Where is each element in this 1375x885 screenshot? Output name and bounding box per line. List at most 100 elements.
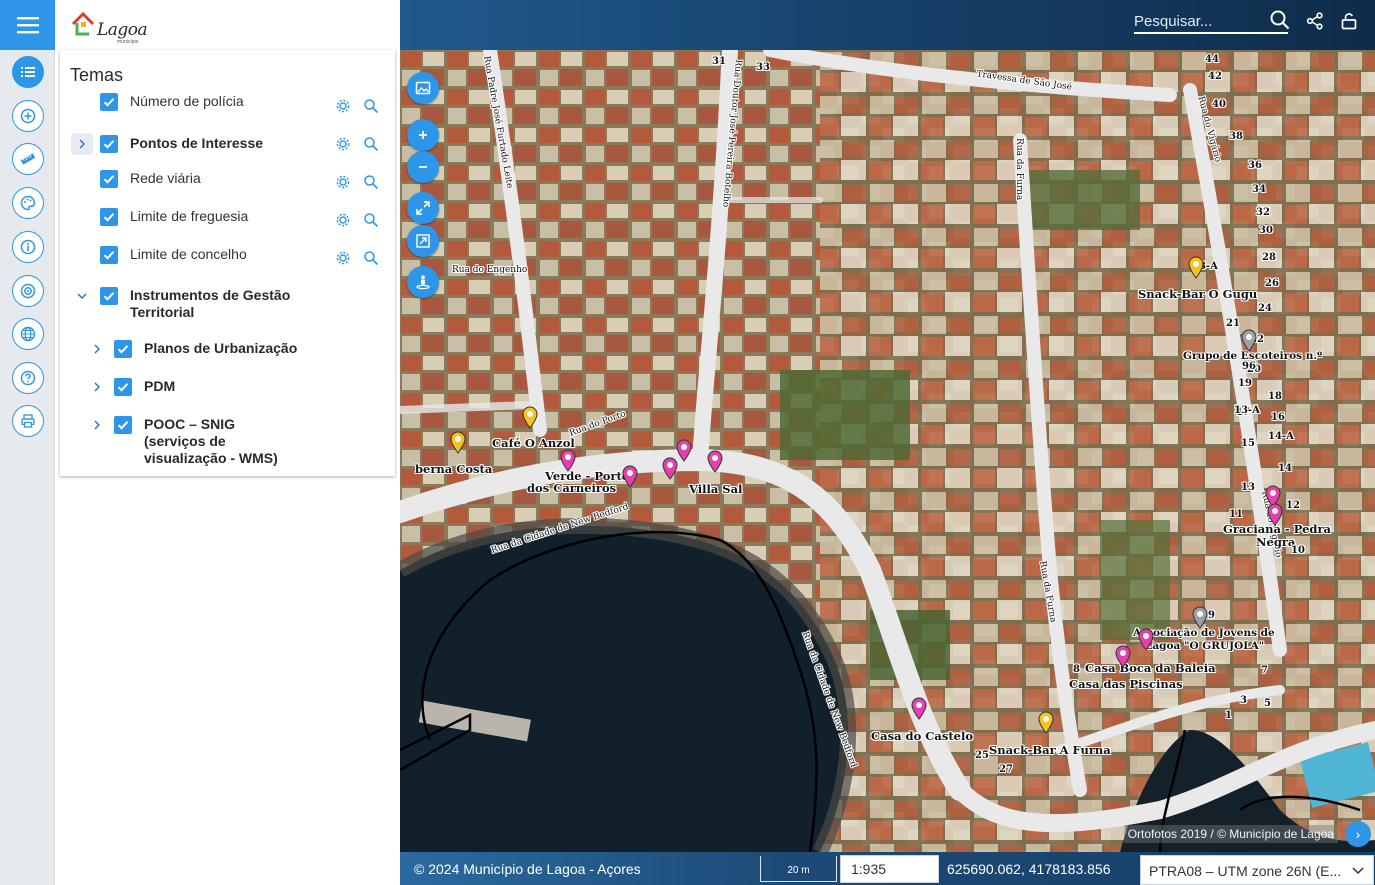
poi-label[interactable]: Negra	[1256, 536, 1295, 548]
expand-pontos-interesse[interactable]	[71, 133, 93, 155]
poi-label[interactable]: Casa do Castelo	[871, 730, 973, 742]
gear-icon[interactable]	[335, 250, 351, 266]
poi-pin-grey[interactable]	[1191, 605, 1209, 629]
print-button[interactable]	[12, 405, 44, 437]
logo-bar: Lagoa município	[55, 0, 400, 50]
gear-icon[interactable]	[335, 212, 351, 228]
info-button[interactable]	[12, 231, 44, 263]
layer-label: Rede viária	[130, 170, 201, 186]
house-number: 7	[1261, 665, 1268, 676]
house-number: 33	[756, 62, 770, 73]
chevron-down-icon	[77, 293, 87, 299]
locate-button[interactable]	[12, 275, 44, 307]
zoom-extent-button[interactable]	[407, 225, 439, 257]
search-icon[interactable]	[363, 136, 379, 152]
layer-row-limite-freguesia: Limite de freguesia	[100, 208, 248, 226]
search-icon[interactable]	[363, 98, 379, 114]
house-number: 12	[1286, 500, 1300, 511]
check-icon	[117, 383, 129, 392]
search-icon[interactable]	[363, 250, 379, 266]
add-layer-button[interactable]	[12, 100, 44, 132]
layer-checkbox[interactable]	[100, 208, 118, 226]
poi-pin-pink[interactable]	[559, 448, 577, 472]
house-number: 25	[975, 750, 989, 761]
house-number: 11	[1229, 509, 1243, 520]
layer-checkbox[interactable]	[114, 378, 132, 396]
zoom-out-button[interactable]	[407, 151, 439, 183]
poi-pin-yellow[interactable]	[1037, 710, 1055, 734]
zoom-in-button[interactable]	[407, 119, 439, 151]
poi-pin-pink[interactable]	[1137, 627, 1155, 651]
layer-checkbox[interactable]	[114, 340, 132, 358]
layer-checkbox[interactable]	[100, 287, 118, 305]
layers-list-button[interactable]	[12, 56, 44, 88]
check-icon	[103, 251, 115, 260]
poi-pin-pink[interactable]	[1114, 644, 1132, 668]
house-number: 40	[1212, 99, 1226, 110]
search-input[interactable]	[1134, 10, 1288, 34]
poi-label[interactable]: Villa Sal	[689, 483, 742, 495]
search-icon[interactable]	[1270, 10, 1290, 30]
layers-list-icon	[21, 67, 35, 77]
layer-checkbox[interactable]	[100, 93, 118, 111]
gear-icon[interactable]	[335, 98, 351, 114]
fullscreen-button[interactable]	[407, 192, 439, 224]
menu-icon	[16, 17, 39, 34]
expand-planos-urbanizacao[interactable]	[86, 338, 108, 360]
poi-pin-grey[interactable]	[1240, 328, 1258, 352]
chevron-right-icon	[94, 382, 100, 392]
street-view-icon	[416, 275, 430, 290]
poi-pin-pink[interactable]	[621, 464, 639, 488]
collapse-igt[interactable]	[71, 285, 93, 307]
info-icon	[20, 239, 36, 255]
lock-icon[interactable]	[1340, 12, 1358, 30]
expand-pooc[interactable]	[86, 414, 108, 436]
globe-button[interactable]	[12, 318, 44, 350]
attribution-toggle-button[interactable]: ›	[1345, 821, 1371, 847]
help-button[interactable]	[12, 362, 44, 394]
street-view-button[interactable]	[407, 266, 439, 298]
expand-pdm[interactable]	[86, 376, 108, 398]
layer-checkbox[interactable]	[100, 246, 118, 264]
poi-label[interactable]: Snack-Bar O Gugu	[1138, 288, 1257, 300]
poi-pin-yellow[interactable]	[1187, 255, 1205, 279]
measure-button[interactable]	[12, 143, 44, 175]
search-icon[interactable]	[363, 212, 379, 228]
style-button[interactable]	[12, 187, 44, 219]
lagoa-logo[interactable]: Lagoa município	[71, 8, 148, 45]
layer-checkbox[interactable]	[114, 416, 132, 434]
layer-label: Planos de Urbanização	[144, 340, 298, 356]
add-layer-icon	[20, 108, 36, 124]
poi-label[interactable]: Casa Boca da Baleia	[1085, 662, 1216, 674]
basemap-button[interactable]	[407, 72, 439, 104]
layer-row-pooc: POOC – SNIG (serviços de visualização - …	[114, 416, 294, 467]
map-view[interactable]: Rua da Cidade de New Bedford Rua da Cida…	[400, 50, 1375, 852]
poi-label[interactable]: Snack-Bar A Furna	[989, 744, 1111, 756]
crs-select[interactable]: PTRA08 – UTM zone 26N (E...	[1140, 855, 1374, 885]
left-rail	[0, 0, 55, 885]
poi-pin-yellow[interactable]	[521, 405, 539, 429]
poi-label[interactable]: berna Costa	[415, 463, 492, 475]
house-number: 96	[1242, 361, 1256, 372]
layer-checkbox[interactable]	[100, 170, 118, 188]
layer-row-pontos-interesse: Pontos de Interesse	[100, 135, 263, 153]
scale-input[interactable]	[840, 855, 939, 883]
gear-icon[interactable]	[335, 174, 351, 190]
poi-label[interactable]: Lagoa "O GRUJOLA"	[1145, 640, 1264, 652]
poi-pin-pink[interactable]	[706, 449, 724, 473]
status-bar: © 2024 Município de Lagoa - Açores 20 m …	[400, 852, 1375, 885]
poi-label[interactable]: dos Carneiros	[527, 482, 616, 494]
basemap-icon	[415, 81, 431, 95]
poi-pin-pink[interactable]	[1266, 502, 1284, 526]
poi-pin-pink[interactable]	[910, 696, 928, 720]
poi-label[interactable]: Casa das Piscinas	[1069, 678, 1183, 690]
search-icon[interactable]	[363, 174, 379, 190]
gear-icon[interactable]	[335, 136, 351, 152]
layer-checkbox[interactable]	[100, 135, 118, 153]
coordinates-readout: 625690.062, 4178183.856	[947, 861, 1111, 877]
share-icon[interactable]	[1306, 12, 1324, 30]
poi-pin-pink[interactable]	[675, 438, 693, 462]
menu-button[interactable]	[0, 0, 55, 50]
house-number: 16	[1271, 412, 1285, 423]
poi-pin-yellow[interactable]	[449, 430, 467, 454]
